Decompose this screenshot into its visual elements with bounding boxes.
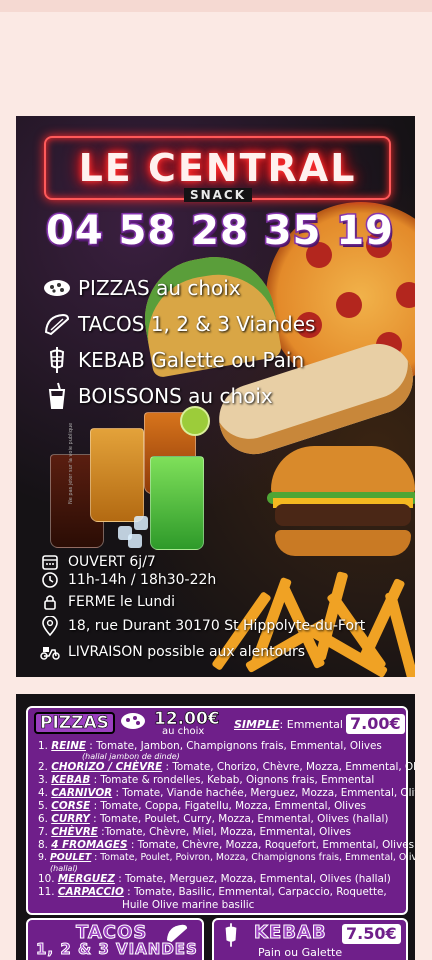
info-label: 18, rue Durant 30170 St Hippolyte-du-For… [68, 618, 366, 634]
pizzas-heading: PIZZAS [34, 712, 115, 734]
kebab-icon [222, 922, 240, 952]
fine-print: Ne pas jeter sur la voie publique [68, 422, 74, 504]
clock-icon [40, 570, 60, 590]
feature-pizzas: PIZZAS au choix [42, 274, 241, 302]
menu-item: 4. CARNIVOR : Tomate, Viande hachée, Mer… [38, 787, 415, 799]
info-hours: 11h-14h / 18h30-22h [40, 570, 216, 590]
tacos-subheading: 1, 2 & 3 VIANDES [36, 940, 198, 959]
feature-label: TACOS 1, 2 & 3 Viandes [78, 312, 316, 336]
top-bar [0, 0, 432, 12]
brand-subtitle: SNACK [184, 188, 252, 202]
menu-item-note: (hallal) [50, 864, 78, 873]
pizza-icon [42, 274, 72, 302]
feature-drinks: BOISSONS au choix [42, 382, 273, 410]
kebab-heading: KEBAB [254, 922, 327, 944]
pizza-menu-panel: PIZZAS 12.00€ au choix SIMPLE: Emmental … [26, 706, 415, 915]
simple-pizza: SIMPLE: Emmental [234, 718, 343, 731]
lock-icon [40, 592, 60, 612]
menu-item-continuation: Huile Olive marine basilic [122, 899, 255, 911]
feature-tacos: TACOS 1, 2 & 3 Viandes [42, 310, 315, 338]
tacos-panel: TACOS 1, 2 & 3 VIANDES [26, 918, 204, 960]
menu-item: 2. CHORIZO / CHÈVRE : Tomate, Chorizo, C… [38, 761, 415, 773]
calendar-icon [40, 552, 60, 572]
kebab-subheading: Pain ou Galette [258, 946, 343, 959]
kebab-icon [42, 346, 72, 374]
feature-label: BOISSONS au choix [78, 384, 273, 408]
feature-label: PIZZAS au choix [78, 276, 241, 300]
pizza-icon [120, 712, 146, 734]
info-label: OUVERT 6j/7 [68, 554, 156, 570]
info-days: OUVERT 6j/7 [40, 552, 156, 572]
menu-item: 5. CORSE : Tomate, Coppa, Figatellu, Moz… [38, 800, 366, 812]
taco-icon [42, 310, 72, 338]
info-label: 11h-14h / 18h30-22h [68, 572, 217, 588]
drink-icon [42, 382, 72, 410]
kebab-price: 7.50€ [342, 924, 401, 944]
scooter-icon [40, 642, 60, 662]
simple-price: 7.00€ [346, 714, 405, 734]
location-pin-icon [40, 616, 60, 636]
menu-poster: PIZZAS 12.00€ au choix SIMPLE: Emmental … [16, 694, 415, 960]
info-delivery: LIVRAISON possible aux alentours [40, 642, 305, 662]
phone-number[interactable]: 04 58 28 35 19 [40, 207, 400, 256]
menu-item: 9. POULET : Tomate, Poulet, Poivron, Moz… [38, 852, 415, 863]
info-address: 18, rue Durant 30170 St Hippolyte-du-For… [40, 616, 365, 636]
menu-item: 3. KEBAB : Tomate & rondelles, Kebab, Oi… [38, 774, 375, 786]
info-label: LIVRAISON possible aux alentours [68, 644, 306, 660]
kebab-panel: KEBAB 7.50€ Pain ou Galette [212, 918, 408, 960]
menu-item: 7. CHÈVRE :Tomate, Chèvre, Miel, Mozza, … [38, 826, 352, 838]
burger-image [267, 446, 415, 564]
flyer-poster: LE CENTRAL SNACK 04 58 28 35 19 PIZZAS a… [16, 116, 415, 677]
feature-kebab: KEBAB Galette ou Pain [42, 346, 304, 374]
brand-title: LE CENTRAL [78, 146, 357, 190]
menu-item: 10. MERGUEZ : Tomate, Merguez, Mozza, Em… [38, 873, 391, 885]
menu-item: 6. CURRY : Tomate, Poulet, Curry, Mozza,… [38, 813, 389, 825]
menu-item-note: (hallal jambon de dinde) [82, 752, 180, 761]
info-label: FERME le Lundi [68, 594, 176, 610]
menu-item: 8. 4 FROMAGES : Tomate, Chèvre, Mozza, R… [38, 839, 415, 851]
pizzas-price-sub: au choix [162, 726, 205, 737]
menu-item: 11. CARPACCIO : Tomate, Basilic, Emmenta… [38, 886, 387, 898]
menu-item: 1. REINE : Tomate, Jambon, Champignons f… [38, 740, 382, 752]
feature-label: KEBAB Galette ou Pain [78, 348, 305, 372]
info-closed: FERME le Lundi [40, 592, 175, 612]
